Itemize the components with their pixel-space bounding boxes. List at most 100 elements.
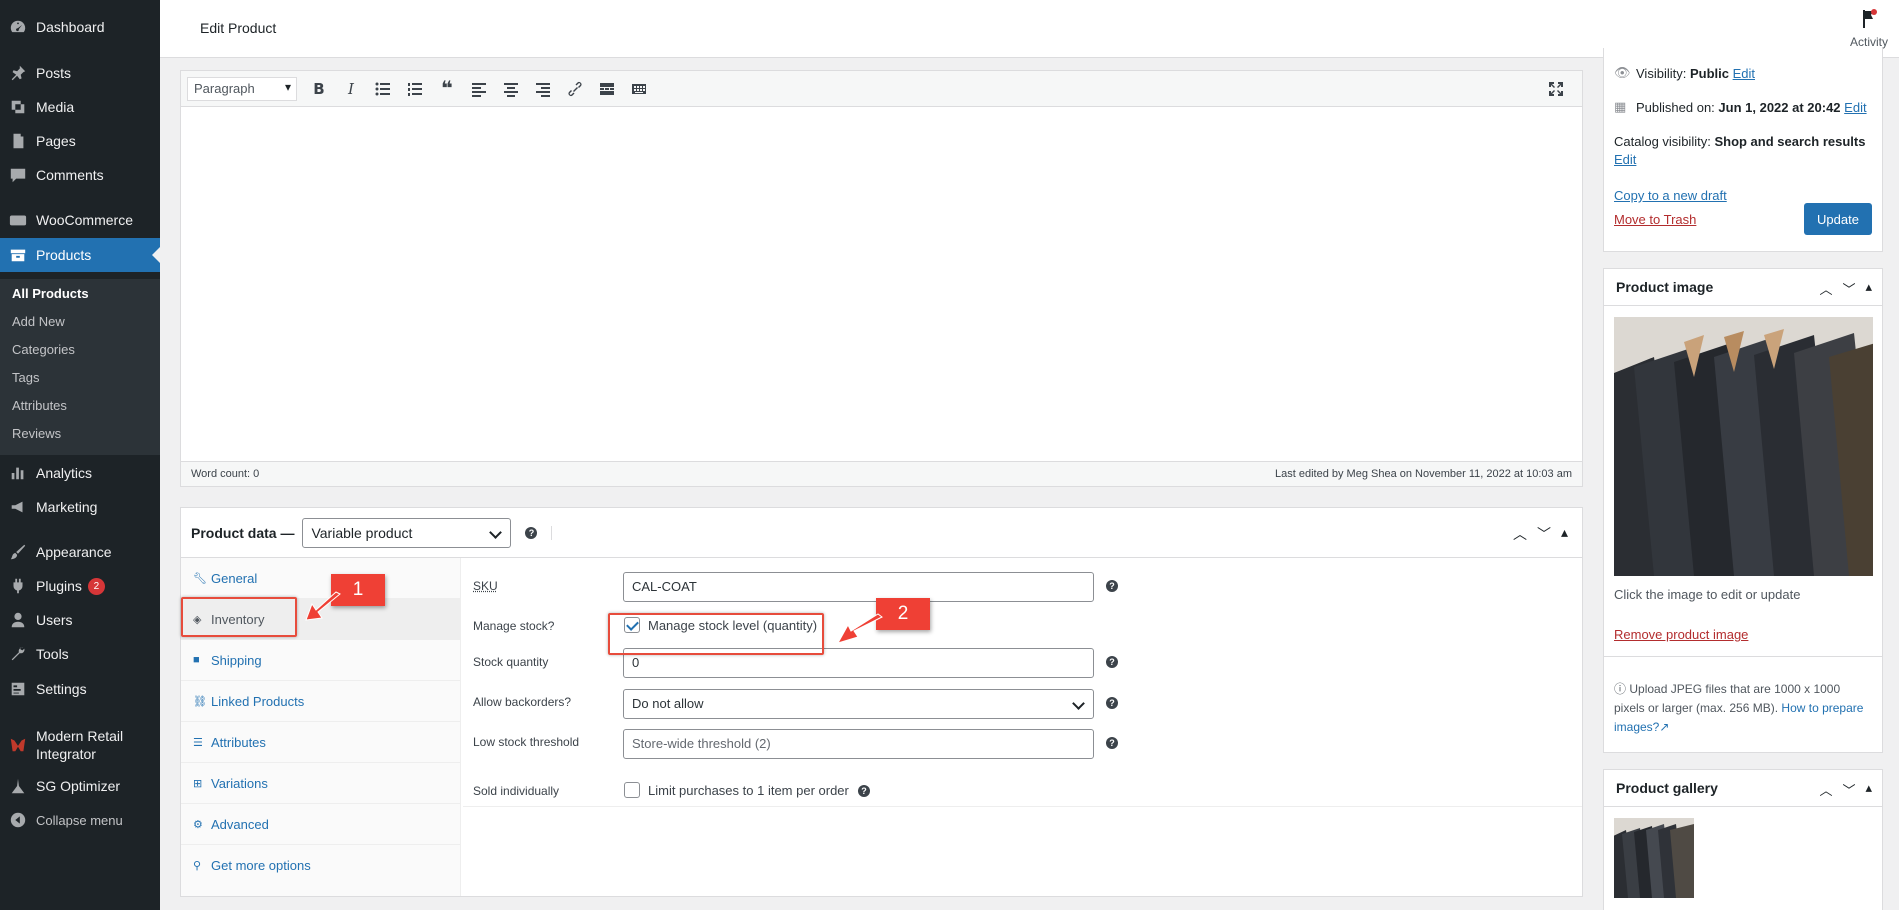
menu-appearance-label: Appearance [36, 544, 112, 560]
woocommerce-icon [0, 211, 36, 229]
menu-collapse[interactable]: Collapse menu [0, 803, 160, 837]
low-stock-input[interactable]: Store-wide threshold (2) [623, 729, 1094, 759]
tab-shipping[interactable]: ■ Shipping [181, 640, 461, 681]
menu-marketing[interactable]: Marketing [0, 490, 160, 524]
tab-advanced[interactable]: ⚙︎ Advanced [181, 804, 461, 845]
menu-woocommerce[interactable]: WooCommerce [0, 203, 160, 237]
product-type-select[interactable]: Variable product [302, 517, 512, 548]
align-left-button[interactable] [463, 75, 495, 103]
move-down-icon[interactable]: ﹀ [1537, 524, 1551, 544]
image-box-divider [1604, 656, 1882, 657]
link-icon [568, 81, 582, 96]
gear-icon: ⚙︎ [193, 818, 203, 831]
sold-individually-checkbox[interactable] [624, 782, 640, 798]
activity-button[interactable]: Activity [1847, 8, 1891, 49]
submenu-all-products[interactable]: All Products [12, 286, 89, 301]
align-right-button[interactable] [527, 75, 559, 103]
remove-product-image-link[interactable]: Remove product image [1614, 627, 1748, 642]
tab-variations[interactable]: ⊞ Variations [181, 763, 461, 804]
tab-linked-products[interactable]: ⛓︎ Linked Products [181, 681, 461, 722]
gallery-thumbnail[interactable] [1614, 818, 1694, 898]
menu-pages[interactable]: Pages [0, 124, 160, 158]
move-down-icon[interactable]: ﹀ [1842, 780, 1855, 799]
toggle-panel-icon[interactable]: ▴ [1865, 279, 1872, 298]
menu-comments[interactable]: Comments [0, 158, 160, 192]
collapse-icon [0, 811, 36, 829]
product-type-help-icon[interactable]: ? [525, 526, 538, 539]
gallery-suit-image [1614, 824, 1694, 898]
align-center-button[interactable] [495, 75, 527, 103]
product-gallery-box: Product gallery ︿ ﹀ ▴ [1603, 769, 1883, 910]
menu-plugins[interactable]: Plugins 2 [0, 569, 160, 603]
read-more-button[interactable] [591, 75, 623, 103]
submenu-categories[interactable]: Categories [12, 342, 75, 357]
sku-input[interactable]: CAL-COAT [623, 572, 1094, 602]
format-select[interactable]: Paragraph [187, 76, 297, 101]
update-button[interactable]: Update [1804, 203, 1872, 235]
menu-dashboard[interactable]: Dashboard [0, 10, 160, 44]
quote-icon: ❝ [441, 78, 453, 100]
submenu-tags[interactable]: Tags [12, 370, 39, 385]
toggle-panel-icon[interactable]: ▴ [1561, 524, 1568, 544]
menu-posts[interactable]: Posts [0, 56, 160, 90]
wrench-icon: 🔧︎ [193, 572, 207, 585]
low-stock-help-icon[interactable]: ? [1106, 737, 1118, 749]
menu-tools[interactable]: Tools [0, 637, 160, 671]
edit-visibility-link[interactable]: Edit [1733, 66, 1755, 81]
copy-to-draft-link[interactable]: Copy to a new draft [1614, 188, 1727, 203]
backorders-help-icon[interactable]: ? [1106, 697, 1118, 709]
annotation-arrow-1 [305, 591, 341, 621]
italic-button[interactable]: I [335, 75, 367, 103]
toolbar-toggle-button[interactable] [623, 75, 655, 103]
insert-link-button[interactable] [559, 75, 591, 103]
move-down-icon[interactable]: ﹀ [1842, 279, 1855, 298]
product-image-title: Product image [1616, 279, 1714, 295]
edit-catalog-visibility-link[interactable]: Edit [1614, 152, 1636, 167]
keyboard-icon [632, 83, 646, 94]
menu-media[interactable]: Media [0, 90, 160, 124]
menu-sg-optimizer[interactable]: SG Optimizer [0, 769, 160, 803]
editor-content-area[interactable] [181, 107, 1582, 461]
blockquote-button[interactable]: ❝ [431, 75, 463, 103]
menu-products[interactable]: Products [0, 238, 160, 272]
menu-pages-label: Pages [36, 133, 76, 149]
menu-analytics[interactable]: Analytics [0, 456, 160, 490]
product-data-panel: Product data — Variable product ? ︿ ﹀ ▴ … [180, 507, 1583, 897]
media-icon [0, 98, 36, 116]
backorders-select[interactable]: Do not allow [623, 689, 1094, 719]
pages-icon [0, 132, 36, 150]
visibility-value: Public [1689, 65, 1729, 81]
flag-icon [1863, 9, 1877, 28]
menu-modern-retail[interactable]: Modern Retail Integrator [0, 725, 160, 765]
submenu-add-new[interactable]: Add New [12, 314, 65, 329]
annotation-arrow-2 [836, 613, 883, 644]
move-to-trash-link[interactable]: Move to Trash [1614, 212, 1696, 227]
menu-users[interactable]: Users [0, 603, 160, 637]
edit-date-link[interactable]: Edit [1844, 100, 1866, 115]
fullscreen-button[interactable] [1540, 75, 1572, 103]
bullet-list-button[interactable] [367, 75, 399, 103]
link-icon: ⛓︎ [193, 695, 207, 708]
stock-quantity-help-icon[interactable]: ? [1106, 656, 1118, 668]
move-up-icon[interactable]: ︿ [1513, 524, 1527, 544]
panel-controls: ︿ ﹀ ▴ [1513, 524, 1568, 544]
product-image-header: Product image ︿ ﹀ ▴ [1604, 269, 1882, 306]
product-image-thumbnail[interactable] [1614, 317, 1873, 576]
sold-individually-help-icon[interactable]: ? [858, 785, 870, 797]
menu-settings[interactable]: Settings [0, 672, 160, 706]
word-count: Word count: 0 [191, 468, 260, 480]
bold-button[interactable]: B [303, 75, 335, 103]
numbered-list-button[interactable] [399, 75, 431, 103]
pin-icon [0, 64, 36, 82]
tab-get-more-options[interactable]: ⚲ Get more options [181, 845, 461, 886]
sku-help-icon[interactable]: ? [1106, 580, 1118, 592]
catalog-visibility-label: Catalog visibility: [1614, 134, 1711, 149]
move-up-icon[interactable]: ︿ [1819, 279, 1832, 298]
annotation-step-2: 2 [876, 598, 930, 630]
toggle-panel-icon[interactable]: ▴ [1865, 780, 1872, 799]
submenu-reviews[interactable]: Reviews [12, 426, 61, 441]
submenu-attributes[interactable]: Attributes [12, 398, 67, 413]
tab-attributes[interactable]: ☰ Attributes [181, 722, 461, 763]
move-up-icon[interactable]: ︿ [1819, 780, 1832, 799]
menu-appearance[interactable]: Appearance [0, 535, 160, 569]
